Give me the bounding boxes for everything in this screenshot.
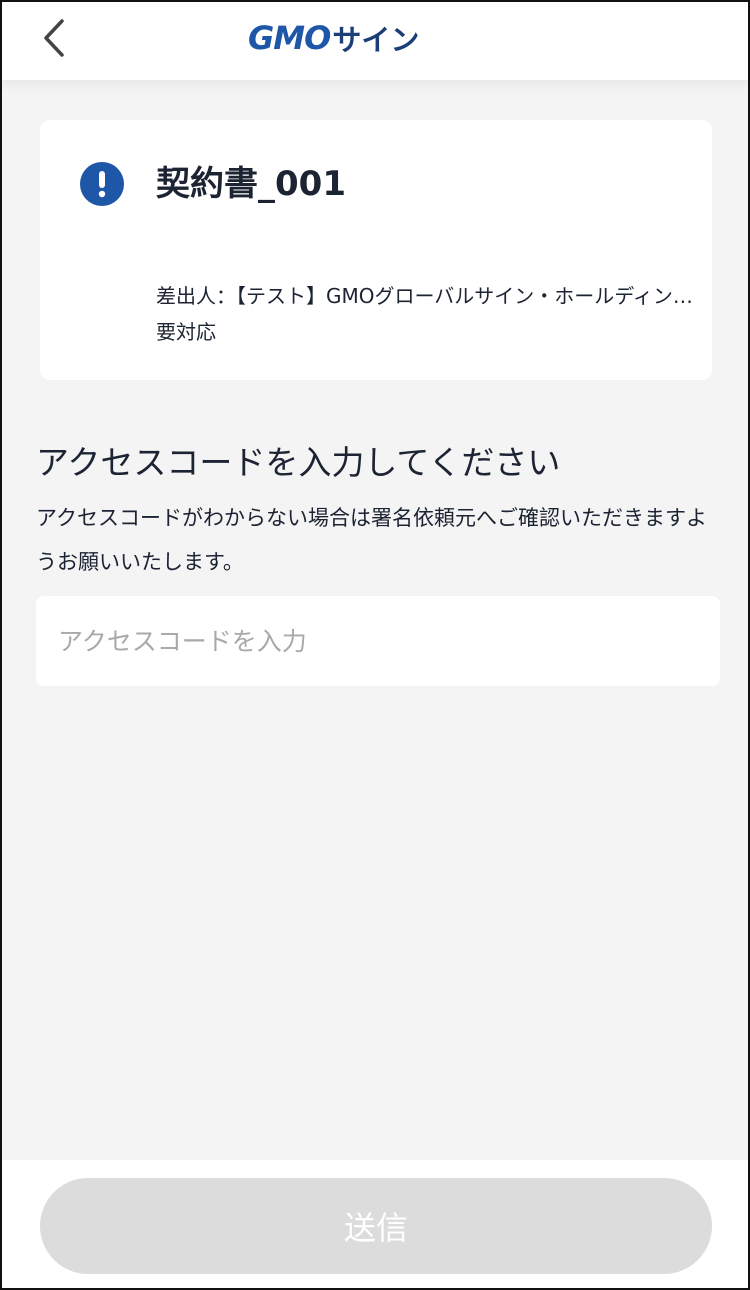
document-card: 契約書_001 差出人：【テスト】GMOグローバルサイン・ホールディングス株式会… [40,120,712,380]
logo-sign-text: サイン [332,23,420,57]
gmo-sign-logo: GMO サイン [248,18,419,58]
access-code-field[interactable] [36,596,720,686]
back-button[interactable] [32,14,76,62]
access-code-input[interactable] [36,596,720,686]
document-status: 要対応 [156,320,216,344]
chevron-left-icon [44,19,64,57]
app-header: GMO サイン [2,2,748,80]
exclamation-circle-icon [80,162,124,206]
access-code-heading: アクセスコードを入力してください [36,443,561,482]
footer-bar: 送信 [2,1160,748,1288]
screen: GMO サイン 契約書_001 差出人：【テスト】GMOグローバルサイン・ホール… [0,0,750,1290]
access-code-description: アクセスコードがわからない場合は署名依頼元へご確認いただきますようお願いいたしま… [36,506,707,574]
logo-gmo-text: GMO [248,19,331,57]
document-title: 契約書_001 [156,164,346,204]
submit-button[interactable]: 送信 [40,1178,712,1274]
document-sender: 差出人：【テスト】GMOグローバルサイン・ホールディングス株式会社 [156,284,696,308]
